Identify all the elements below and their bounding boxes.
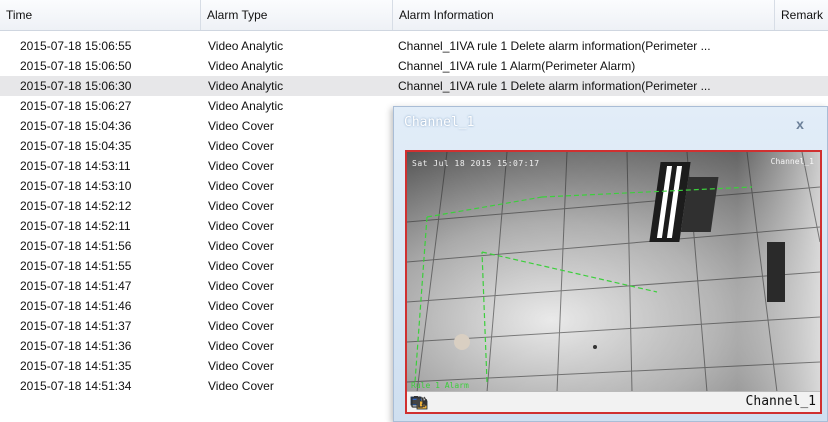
osd-rule-label: Rule 1 Alarm bbox=[411, 381, 469, 390]
cell-time: 2015-07-18 15:06:27 bbox=[20, 99, 132, 113]
cell-alarm-type: Video Cover bbox=[208, 279, 274, 293]
table-row[interactable]: 2015-07-18 15:06:50 Video Analytic Channel… bbox=[0, 56, 828, 76]
cell-alarm-type: Video Analytic bbox=[208, 79, 284, 93]
cell-time: 2015-07-18 15:06:50 bbox=[20, 59, 132, 73]
speaker-icon[interactable] bbox=[412, 394, 448, 410]
cell-alarm-type: Video Analytic bbox=[208, 99, 284, 113]
cell-time: 2015-07-18 14:51:34 bbox=[20, 379, 132, 393]
camera-image bbox=[407, 152, 820, 392]
table-row[interactable]: 2015-07-18 15:06:30 Video Analytic Channel… bbox=[0, 76, 828, 96]
cell-time: 2015-07-18 15:04:36 bbox=[20, 119, 132, 133]
cell-time: 2015-07-18 14:51:36 bbox=[20, 339, 132, 353]
cell-time: 2015-07-18 14:51:46 bbox=[20, 299, 132, 313]
cell-alarm-type: Video Cover bbox=[208, 299, 274, 313]
table-header: Time Alarm Type Alarm Information Remark bbox=[0, 0, 828, 31]
cell-time: 2015-07-18 14:51:35 bbox=[20, 359, 132, 373]
cell-alarm-type: Video Cover bbox=[208, 379, 274, 393]
column-header-alarm-type[interactable]: Alarm Type bbox=[201, 0, 393, 30]
cell-alarm-type: Video Analytic bbox=[208, 59, 284, 73]
cell-time: 2015-07-18 15:04:35 bbox=[20, 139, 132, 153]
cell-alarm-type: Video Cover bbox=[208, 199, 274, 213]
cell-time: 2015-07-18 14:51:47 bbox=[20, 279, 132, 293]
cell-alarm-type: Video Cover bbox=[208, 319, 274, 333]
cell-alarm-type: Video Cover bbox=[208, 179, 274, 193]
video-toolbar: Channel_1 bbox=[407, 391, 820, 412]
cell-time: 2015-07-18 14:53:10 bbox=[20, 179, 132, 193]
video-channel-label: Channel_1 bbox=[745, 394, 816, 409]
cell-alarm-type: Video Cover bbox=[208, 339, 274, 353]
popup-title: Channel_1 bbox=[404, 115, 475, 130]
cell-alarm-type: Video Analytic bbox=[208, 39, 284, 53]
cell-time: 2015-07-18 14:51:56 bbox=[20, 239, 132, 253]
camera-icon[interactable] bbox=[411, 394, 468, 410]
table-row[interactable]: 2015-07-18 15:06:55 Video Analytic Channel… bbox=[0, 36, 828, 56]
cell-time: 2015-07-18 14:52:12 bbox=[20, 199, 132, 213]
cell-alarm-type: Video Cover bbox=[208, 119, 274, 133]
cell-alarm-type: Video Cover bbox=[208, 219, 274, 233]
cell-alarm-type: Video Cover bbox=[208, 239, 274, 253]
cell-alarm-information: Channel_1IVA rule 1 Alarm(Perimeter Alar… bbox=[398, 59, 636, 73]
video-view[interactable]: Sat Jul 18 2015 15:07:17 Channel_1 Rule … bbox=[405, 150, 822, 414]
cell-time: 2015-07-18 14:51:37 bbox=[20, 319, 132, 333]
column-header-time[interactable]: Time bbox=[0, 0, 201, 30]
cell-alarm-type: Video Cover bbox=[208, 259, 274, 273]
cell-alarm-type: Video Cover bbox=[208, 139, 274, 153]
cell-time: 2015-07-18 15:06:55 bbox=[20, 39, 132, 53]
live-view-popup[interactable]: Channel_1 x Sat Jul 18 2015 15:07:17 Cha… bbox=[393, 106, 828, 422]
cell-time: 2015-07-18 15:06:30 bbox=[20, 79, 132, 93]
cell-time: 2015-07-18 14:53:11 bbox=[20, 159, 131, 173]
cell-alarm-information: Channel_1IVA rule 1 Delete alarm informa… bbox=[398, 39, 711, 53]
column-header-alarm-information[interactable]: Alarm Information bbox=[393, 0, 775, 30]
column-header-remark[interactable]: Remark bbox=[775, 0, 828, 30]
cell-alarm-type: Video Cover bbox=[208, 159, 274, 173]
cell-time: 2015-07-18 14:51:55 bbox=[20, 259, 132, 273]
osd-channel: Channel_1 bbox=[770, 157, 814, 166]
cell-alarm-information: Channel_1IVA rule 1 Delete alarm informa… bbox=[398, 79, 711, 93]
osd-datetime: Sat Jul 18 2015 15:07:17 bbox=[412, 159, 540, 168]
close-button[interactable]: x bbox=[791, 115, 809, 133]
cell-time: 2015-07-18 14:52:11 bbox=[20, 219, 131, 233]
cell-alarm-type: Video Cover bbox=[208, 359, 274, 373]
